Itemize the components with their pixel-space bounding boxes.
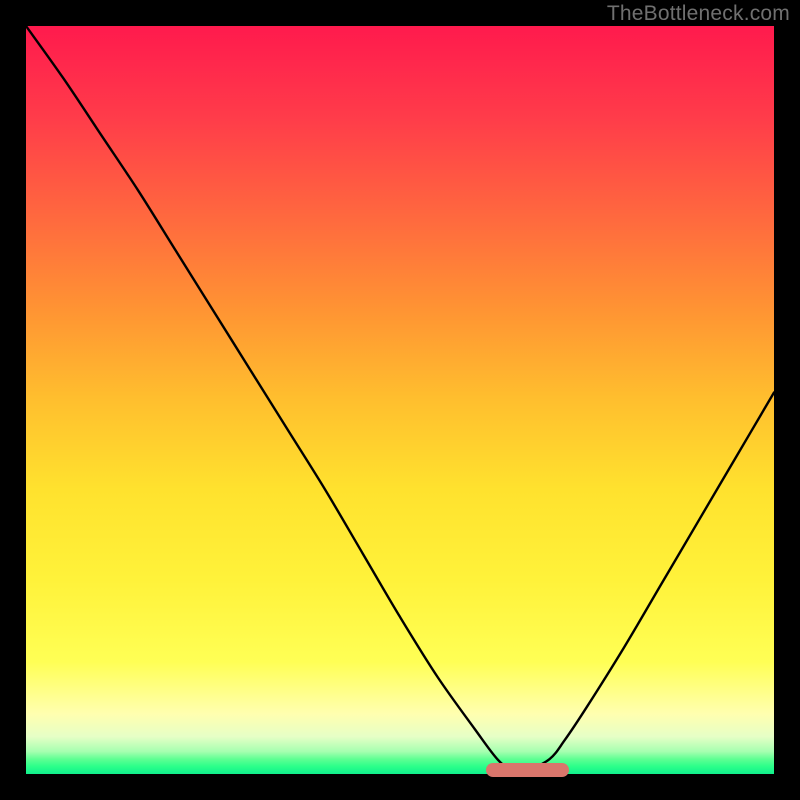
chart-frame: TheBottleneck.com	[0, 0, 800, 800]
minimum-band	[486, 763, 569, 777]
plot-area	[26, 26, 774, 774]
watermark-text: TheBottleneck.com	[607, 2, 790, 26]
bottleneck-curve	[26, 26, 774, 774]
